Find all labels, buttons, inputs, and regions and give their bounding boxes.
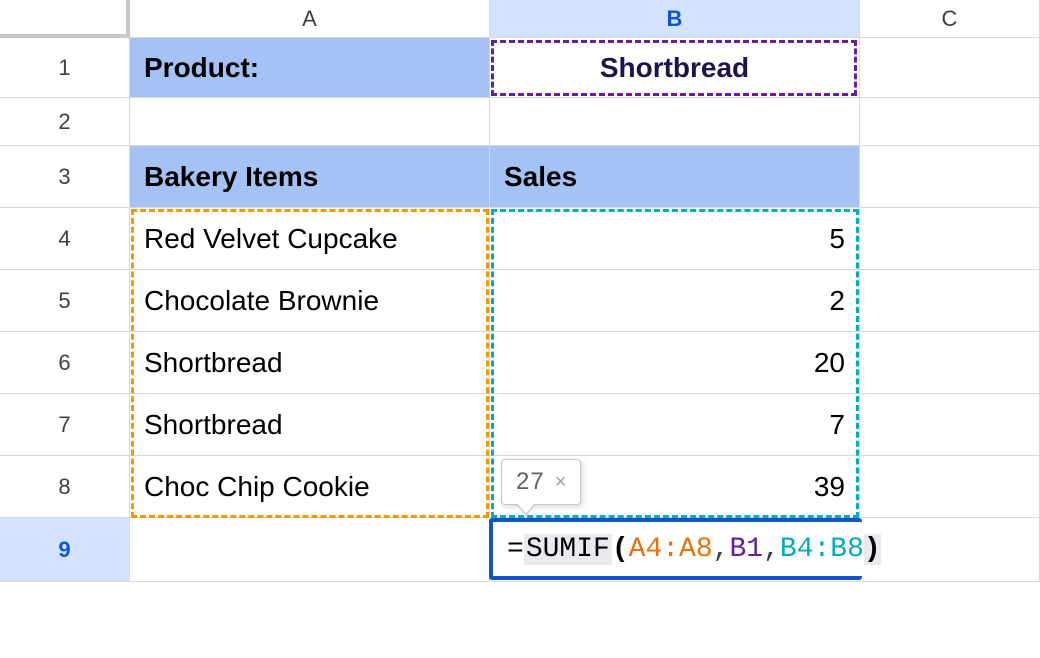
cell-A9[interactable] <box>130 518 490 582</box>
row-header-9[interactable]: 9 <box>0 518 130 582</box>
cell-A6[interactable]: Shortbread <box>130 332 490 394</box>
cell-B4[interactable]: 5 <box>490 208 860 270</box>
row-6: 6 Shortbread 20 <box>0 332 1040 394</box>
formula-editor[interactable]: =SUMIF(A4:A8,B1,B4:B8) <box>497 522 997 576</box>
cell-B2[interactable] <box>490 98 860 146</box>
cell-A7[interactable]: Shortbread <box>130 394 490 456</box>
row-7: 7 Shortbread 7 <box>0 394 1040 456</box>
formula-comma-2: , <box>763 534 780 565</box>
formula-close-paren: ) <box>864 534 881 565</box>
row-header-8[interactable]: 8 <box>0 456 130 518</box>
cell-C1[interactable] <box>860 38 1040 98</box>
formula-equals: = <box>507 534 524 565</box>
tooltip-tail <box>518 504 534 514</box>
tooltip-close-icon[interactable]: × <box>555 471 567 494</box>
cell-B3[interactable]: Sales <box>490 146 860 208</box>
formula-arg3: B4:B8 <box>780 534 864 565</box>
row-header-6[interactable]: 6 <box>0 332 130 394</box>
row-header-3[interactable]: 3 <box>0 146 130 208</box>
cell-C5[interactable] <box>860 270 1040 332</box>
row-1: 1 Product: Shortbread <box>0 38 1040 98</box>
cell-A4[interactable]: Red Velvet Cupcake <box>130 208 490 270</box>
column-header-row: A B C <box>0 0 1040 38</box>
formula-result-tooltip: 27 × <box>501 459 581 505</box>
cell-C3[interactable] <box>860 146 1040 208</box>
cell-B5[interactable]: 2 <box>490 270 860 332</box>
row-5: 5 Chocolate Brownie 2 <box>0 270 1040 332</box>
cell-C4[interactable] <box>860 208 1040 270</box>
cell-C8[interactable] <box>860 456 1040 518</box>
row-4: 4 Red Velvet Cupcake 5 <box>0 208 1040 270</box>
row-header-2[interactable]: 2 <box>0 98 130 146</box>
formula-comma-1: , <box>713 534 730 565</box>
row-header-7[interactable]: 7 <box>0 394 130 456</box>
column-header-B[interactable]: B <box>490 0 860 38</box>
row-header-4[interactable]: 4 <box>0 208 130 270</box>
row-header-1[interactable]: 1 <box>0 38 130 98</box>
cell-C6[interactable] <box>860 332 1040 394</box>
cell-A2[interactable] <box>130 98 490 146</box>
column-header-A[interactable]: A <box>130 0 490 38</box>
row-header-5[interactable]: 5 <box>0 270 130 332</box>
formula-arg2: B1 <box>729 534 763 565</box>
cell-A3[interactable]: Bakery Items <box>130 146 490 208</box>
spreadsheet-grid: A B C 1 Product: Shortbread 2 3 Bakery I… <box>0 0 1040 658</box>
formula-arg1: A4:A8 <box>629 534 713 565</box>
cell-B7[interactable]: 7 <box>490 394 860 456</box>
cell-A8[interactable]: Choc Chip Cookie <box>130 456 490 518</box>
tooltip-value: 27 <box>516 468 545 496</box>
cell-C7[interactable] <box>860 394 1040 456</box>
row-3: 3 Bakery Items Sales <box>0 146 1040 208</box>
select-all-corner[interactable] <box>0 0 130 38</box>
cell-B1-text: Shortbread <box>600 52 749 84</box>
cell-A1[interactable]: Product: <box>130 38 490 98</box>
cell-B1[interactable]: Shortbread <box>490 38 860 98</box>
cell-A5[interactable]: Chocolate Brownie <box>130 270 490 332</box>
row-2: 2 <box>0 98 1040 146</box>
cell-C2[interactable] <box>860 98 1040 146</box>
formula-open-paren: ( <box>612 534 629 565</box>
cell-B6[interactable]: 20 <box>490 332 860 394</box>
formula-function-name: SUMIF <box>524 534 612 565</box>
column-header-C[interactable]: C <box>860 0 1040 38</box>
